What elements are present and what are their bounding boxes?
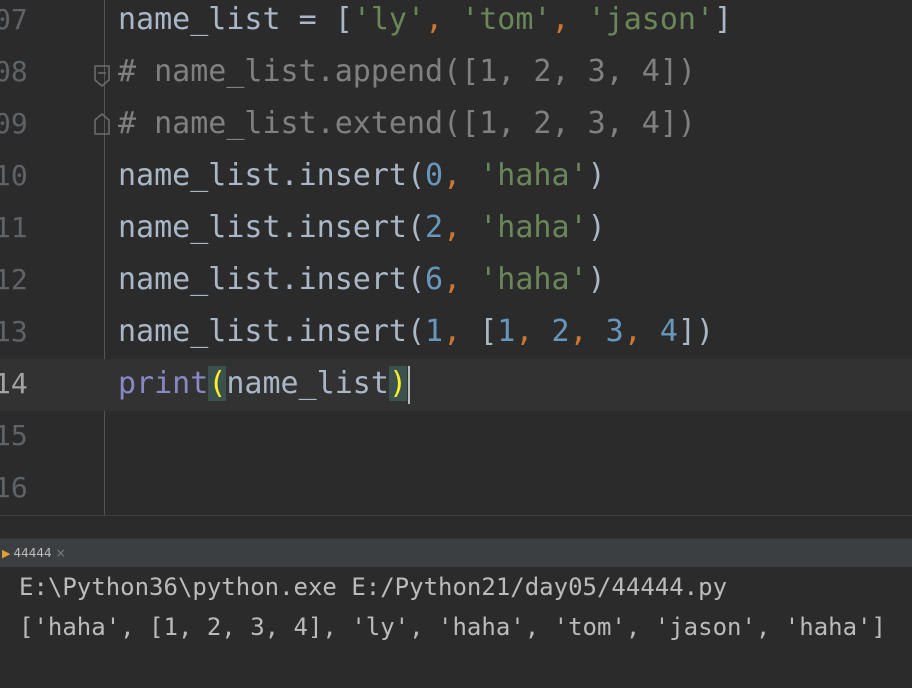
string-literal: 'haha' (479, 262, 588, 297)
string-literal: 'haha' (479, 158, 588, 193)
code-line[interactable]: 09 # name_list.extend([1, 2, 3, 4]) (0, 101, 912, 153)
close-icon[interactable]: × (56, 546, 66, 560)
number-literal: 2 (551, 314, 570, 349)
run-tab[interactable]: ▶ 44444 × (0, 539, 66, 567)
number-literal: 2 (425, 210, 444, 245)
line-number: 07 (0, 3, 28, 36)
code-line[interactable]: 12 name_list.insert(6, 'haha') (0, 257, 912, 309)
matched-bracket: ( (208, 366, 227, 401)
comma: , (443, 158, 480, 193)
code-line[interactable]: 08 # name_list.append([1, 2, 3, 4]) (0, 49, 912, 101)
run-console[interactable]: E:\Python36\python.exe E:/Python21/day05… (0, 567, 912, 688)
code-token: ]) (677, 314, 715, 349)
code-text[interactable]: name_list = ['ly', 'tom', 'jason'] (118, 0, 732, 49)
code-line[interactable]: 11 name_list.insert(2, 'haha') (0, 205, 912, 257)
comma: , (569, 314, 606, 349)
run-panel-header: ▶ 44444 × (0, 538, 912, 567)
code-token: name_list.insert( (118, 210, 426, 245)
code-token: name_list.insert( (118, 314, 426, 349)
comma: , (623, 314, 660, 349)
line-number: 10 (0, 159, 28, 192)
comma: , (443, 314, 480, 349)
number-literal: 1 (425, 314, 444, 349)
code-token: [ (479, 314, 498, 349)
comma: , (443, 210, 480, 245)
line-number: 12 (0, 263, 28, 296)
number-literal: 3 (605, 314, 624, 349)
line-number: 13 (0, 315, 28, 348)
line-number: 15 (0, 419, 28, 452)
number-literal: 6 (425, 262, 444, 297)
comma: , (425, 2, 462, 37)
line-number: 09 (0, 107, 28, 140)
code-line-current[interactable]: 14 print(name_list) (0, 359, 912, 411)
code-text[interactable]: name_list.insert(6, 'haha') (118, 257, 606, 309)
code-text[interactable]: name_list.insert(0, 'haha') (118, 153, 606, 205)
code-line[interactable]: 15 (0, 413, 912, 465)
comment[interactable]: # name_list.extend([1, 2, 3, 4]) (118, 101, 696, 153)
code-text[interactable]: name_list.insert(1, [1, 2, 3, 4]) (118, 309, 714, 361)
number-literal: 1 (497, 314, 516, 349)
string-literal: 'haha' (479, 210, 588, 245)
code-line[interactable]: 16 (0, 465, 912, 515)
line-number: 16 (0, 471, 28, 504)
code-text[interactable]: name_list.insert(2, 'haha') (118, 205, 606, 257)
code-token: ) (587, 210, 606, 245)
code-token: name_list.insert( (118, 158, 426, 193)
number-literal: 4 (659, 314, 678, 349)
code-line[interactable]: 10 name_list.insert(0, 'haha') (0, 153, 912, 205)
panel-splitter[interactable] (0, 515, 912, 539)
code-token: ] (714, 2, 733, 37)
builtin-keyword: print (118, 366, 209, 401)
code-text[interactable]: print(name_list) (118, 361, 410, 413)
fold-end-icon[interactable] (93, 112, 111, 136)
comma: , (551, 2, 588, 37)
code-token: name_list.insert( (118, 262, 426, 297)
comment[interactable]: # name_list.append([1, 2, 3, 4]) (118, 49, 696, 101)
line-number: 11 (0, 211, 28, 244)
console-line: E:\Python36\python.exe E:/Python21/day05… (19, 573, 728, 601)
code-token: name_list = [ (118, 2, 353, 37)
code-token: ) (587, 262, 606, 297)
string-literal: 'ly' (352, 2, 426, 37)
line-number: 08 (0, 55, 28, 88)
code-editor[interactable]: 07 name_list = ['ly', 'tom', 'jason'] 08… (0, 0, 912, 515)
text-caret (408, 365, 410, 404)
line-number: 14 (0, 367, 28, 400)
comma: , (515, 314, 552, 349)
code-line[interactable]: 07 name_list = ['ly', 'tom', 'jason'] (0, 0, 912, 49)
console-line: ['haha', [1, 2, 3, 4], 'ly', 'haha', 'to… (19, 613, 886, 641)
fold-collapse-icon[interactable] (93, 64, 111, 88)
code-token: ) (587, 158, 606, 193)
run-config-icon: ▶ (2, 547, 11, 560)
code-line[interactable]: 13 name_list.insert(1, [1, 2, 3, 4]) (0, 309, 912, 361)
run-tab-label: 44444 (13, 546, 52, 560)
code-token: name_list (226, 366, 389, 401)
string-literal: 'jason' (587, 2, 715, 37)
matched-bracket: ) (388, 366, 407, 401)
string-literal: 'tom' (461, 2, 552, 37)
comma: , (443, 262, 480, 297)
number-literal: 0 (425, 158, 444, 193)
